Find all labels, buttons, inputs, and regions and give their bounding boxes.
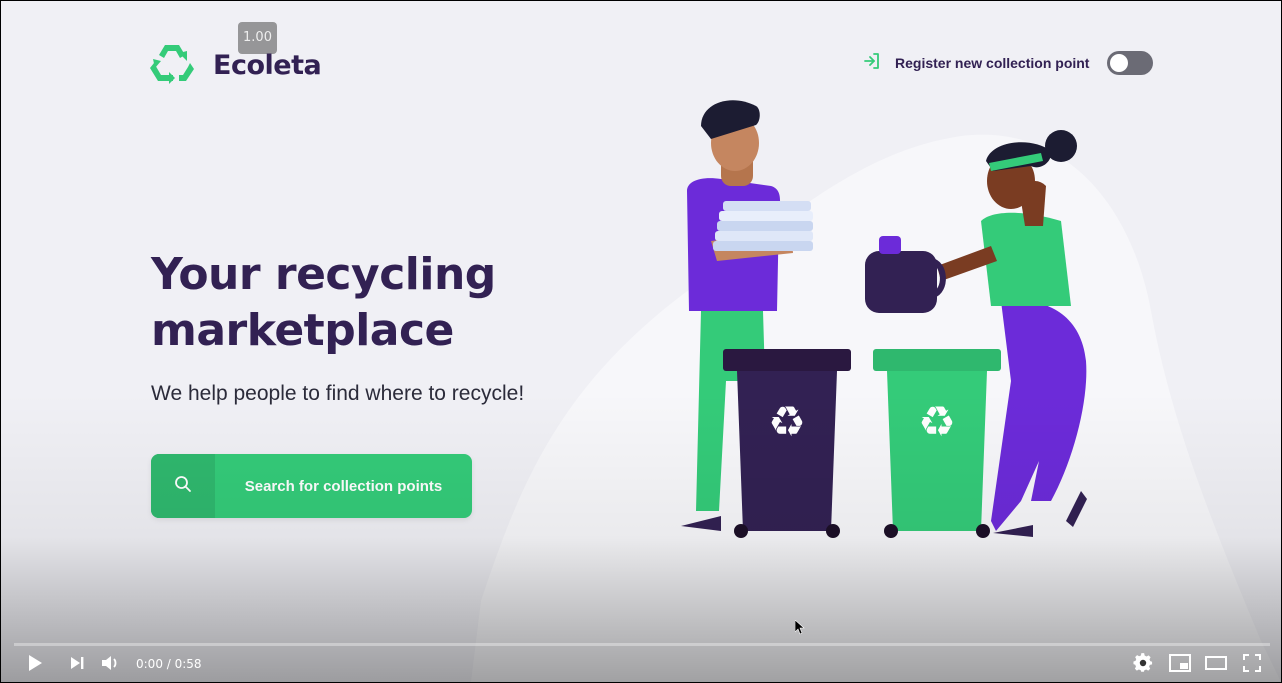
paper-stack [713, 201, 813, 251]
fullscreen-icon [1243, 653, 1261, 677]
time-display: 0:00 / 0:58 [136, 657, 202, 671]
svg-text:♻: ♻ [918, 397, 956, 446]
video-frame[interactable]: 1.00 Ecoleta Register new collection poi… [1, 1, 1281, 682]
headline-line-2: marketplace [151, 305, 454, 356]
search-button-label: Search for collection points [244, 477, 443, 495]
dark-bin: ♻ [723, 349, 851, 538]
page-subtitle: We help people to find where to recycle! [151, 382, 525, 405]
next-icon [69, 655, 85, 676]
jug [865, 236, 946, 313]
green-bin: ♻ [873, 349, 1001, 538]
search-icon [174, 475, 192, 498]
search-collection-points-button[interactable]: Search for collection points [151, 454, 472, 518]
next-button[interactable] [65, 653, 89, 677]
player-controls: 0:00 / 0:58 [1, 649, 1281, 679]
svg-text:♻: ♻ [768, 397, 806, 446]
mouse-cursor-icon [794, 619, 805, 641]
play-icon [27, 654, 43, 677]
video-progress-bar[interactable] [14, 643, 1270, 646]
miniplayer-button[interactable] [1168, 653, 1192, 677]
logo-text: Ecoleta [213, 50, 322, 81]
headline-line-1: Your recycling [151, 249, 496, 300]
theater-icon [1205, 655, 1227, 676]
toggle-knob [1110, 54, 1129, 72]
logo[interactable]: Ecoleta [149, 41, 322, 90]
page-title: Your recycling marketplace [151, 247, 571, 359]
register-toggle[interactable] [1107, 51, 1154, 75]
gear-icon [1133, 652, 1153, 678]
sign-in-icon [863, 52, 881, 75]
theater-mode-button[interactable] [1204, 653, 1228, 677]
volume-button[interactable] [99, 653, 123, 677]
recycling-people-illustration: ♻ ♻ [681, 100, 1087, 538]
play-button[interactable] [23, 653, 47, 677]
register-label: Register new collection point [895, 55, 1090, 71]
miniplayer-icon [1169, 653, 1191, 677]
settings-button[interactable] [1131, 652, 1155, 678]
search-button-icon-box [151, 454, 215, 518]
recycle-icon [149, 41, 195, 90]
register-collection-point-link[interactable]: Register new collection point [863, 51, 1154, 75]
fullscreen-button[interactable] [1240, 653, 1264, 677]
volume-icon [101, 654, 121, 677]
